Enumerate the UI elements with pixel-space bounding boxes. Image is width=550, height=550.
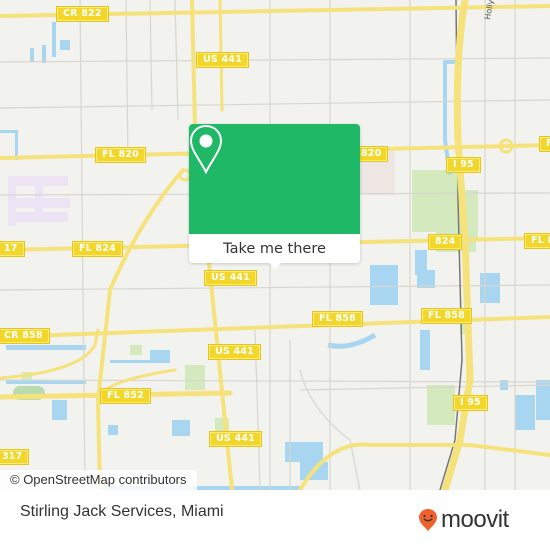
road-label: US 441 (196, 52, 249, 68)
take-me-there-button[interactable]: Take me there (189, 234, 360, 263)
road-label: US 441 (204, 270, 257, 286)
place-label-hollywood: Hollywood (483, 0, 499, 20)
road-label: 317 (0, 449, 30, 465)
map-view[interactable]: Hollywood CR 822 US 441 FL 820 820 I 95 … (0, 0, 550, 490)
moovit-pin-icon (419, 509, 437, 531)
road-label: CR 858 (0, 328, 50, 344)
road-label: CR 822 (56, 6, 109, 22)
take-me-there-label: Take me there (223, 240, 326, 257)
map-attribution[interactable]: © OpenStreetMap contributors (0, 470, 197, 490)
popup-header[interactable] (189, 124, 360, 234)
airport-area (8, 176, 70, 226)
road-label: 824 (427, 234, 463, 250)
moovit-logo: moovit (418, 508, 509, 532)
popup-pointer (267, 261, 283, 269)
place-title: Stirling Jack Services, Miami (20, 503, 224, 520)
road-label: FL 820 (95, 147, 146, 163)
road-label: FL 858 (312, 311, 363, 327)
road-label: 17 (0, 241, 25, 257)
road-label: F (539, 136, 550, 152)
road-label: FL 824 (72, 241, 123, 257)
road-label: US 441 (209, 431, 262, 447)
footer-bar: Stirling Jack Services, Miami moovit (0, 490, 550, 550)
road-label: FL 858 (421, 308, 472, 324)
map-pin-icon (189, 124, 223, 174)
canal (327, 332, 377, 349)
road-label: US 441 (208, 344, 261, 360)
road-label: FL 8 (523, 233, 550, 249)
road-label: FL 852 (100, 388, 151, 404)
moovit-wordmark: moovit (441, 506, 509, 533)
location-popup[interactable]: Take me there (189, 124, 360, 269)
road-label: I 95 (453, 395, 488, 411)
road-label: I 95 (446, 157, 481, 173)
